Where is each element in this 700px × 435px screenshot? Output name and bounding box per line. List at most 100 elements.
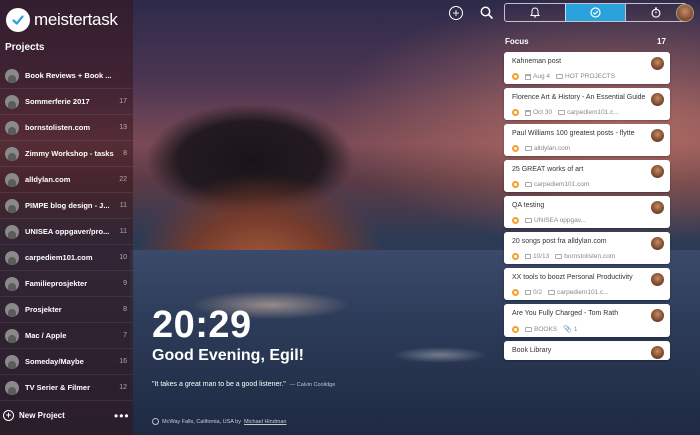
focus-title: Focus — [505, 37, 529, 46]
project-icon — [548, 290, 556, 295]
calendar-icon — [525, 109, 531, 116]
project-icon — [525, 146, 532, 151]
task-meta-text: bornstolisten.com — [564, 253, 616, 260]
project-name: Familieprosjekter — [25, 279, 88, 288]
project-item[interactable]: Familieprosjekter 9 — [0, 271, 133, 297]
photo-location: McWay Falls, California, USA by — [162, 418, 241, 425]
task-card[interactable]: Book Library — [504, 341, 670, 360]
stopwatch-icon — [651, 7, 661, 18]
task-card[interactable]: Paul Williams 100 greatest posts - flytt… — [504, 124, 670, 156]
project-item[interactable]: Prosjekter 8 — [0, 297, 133, 323]
project-item[interactable]: bornstolisten.com 13 — [0, 115, 133, 141]
task-project: bornstolisten.com — [555, 253, 615, 260]
task-title: 20 songs post fra alldylan.com — [512, 238, 607, 245]
status-icon — [512, 145, 519, 152]
app-logo[interactable]: meistertask — [6, 8, 118, 32]
focus-task-list: Kahneman post Aug 4 HOT PROJECTS Florence A… — [504, 52, 670, 364]
task-attachment: 📎 1 — [563, 325, 577, 334]
task-project: HOT PROJECTS — [556, 73, 615, 80]
task-title: Florence Art & History - An Essential Gu… — [512, 94, 646, 101]
add-task-button[interactable]: + — [449, 6, 463, 20]
photo-author-link[interactable]: Michael Hindman — [244, 419, 287, 425]
project-count: 10 — [119, 254, 127, 261]
status-icon — [512, 73, 519, 80]
project-count: 9 — [123, 280, 127, 287]
task-card[interactable]: Florence Art & History - An Essential Gu… — [504, 88, 670, 120]
quote-text: "It takes a great man to be a good liste… — [152, 381, 286, 388]
project-count: 8 — [123, 150, 127, 157]
task-meta: alldylan.com — [512, 145, 664, 152]
project-item[interactable]: alldylan.com 22 — [0, 167, 133, 193]
task-meta-text: 0/2 — [533, 289, 543, 296]
status-icon — [512, 325, 519, 333]
project-icon — [558, 110, 566, 115]
assignee-avatar — [651, 93, 664, 106]
task-meta: BOOKS 📎 1 — [512, 325, 664, 333]
project-count: 13 — [119, 124, 127, 131]
tab-focus[interactable] — [564, 4, 626, 21]
task-meta: 10/13 bornstolisten.com — [512, 253, 664, 260]
checklist-icon — [525, 290, 531, 295]
project-count: 11 — [119, 228, 127, 235]
assignee-avatar — [651, 57, 664, 70]
plus-icon: + — [3, 410, 14, 421]
task-title: XX tools to boozt Personal Productivity — [512, 274, 633, 281]
task-date: Aug 4 — [525, 73, 550, 80]
project-name: Book Reviews + Book ... — [25, 71, 112, 80]
project-item[interactable]: Zimmy Workshop - tasks 8 — [0, 141, 133, 167]
project-icon — [555, 254, 563, 259]
project-item[interactable]: UNISEA oppgaver/pro... 11 — [0, 219, 133, 245]
task-project: alldylan.com — [525, 145, 570, 152]
user-avatar[interactable] — [676, 4, 694, 22]
project-avatar-icon — [5, 276, 19, 291]
task-meta-text: Oct 30 — [533, 109, 553, 116]
logo-check-icon — [6, 8, 30, 32]
task-card[interactable]: QA testing UNISEA oppgav... — [504, 196, 670, 228]
project-name: Mac / Apple — [25, 331, 67, 340]
more-options-button[interactable]: ••• — [114, 410, 130, 422]
search-button[interactable] — [480, 6, 493, 24]
project-count: 12 — [119, 384, 127, 391]
task-card[interactable]: Are You Fully Charged - Tom Rath BOOKS 📎 1 — [504, 304, 670, 337]
project-icon — [525, 182, 532, 187]
project-item[interactable]: carpediem101.com 10 — [0, 245, 133, 271]
clock: 20:29 — [152, 304, 252, 346]
project-item[interactable]: Mac / Apple 7 — [0, 323, 133, 349]
quote: "It takes a great man to be a good liste… — [152, 381, 335, 388]
project-item[interactable]: Someday/Maybe 16 — [0, 349, 133, 375]
tab-notifications[interactable] — [505, 4, 565, 21]
project-avatar-icon — [5, 198, 19, 213]
project-icon — [525, 326, 532, 332]
project-avatar-icon — [5, 302, 19, 317]
task-card[interactable]: Kahneman post Aug 4 HOT PROJECTS — [504, 52, 670, 84]
project-name: Prosjekter — [25, 305, 62, 314]
new-project-button[interactable]: + New Project — [3, 410, 65, 421]
project-item[interactable]: PIMPE blog design - J... 11 — [0, 193, 133, 219]
project-count: 22 — [119, 176, 127, 183]
project-item[interactable]: Book Reviews + Book ... — [0, 63, 133, 89]
project-avatar-icon — [5, 120, 19, 135]
task-card[interactable]: 25 GREAT works of art carpediem101.com — [504, 160, 670, 192]
sidebar: meistertask Projects Book Reviews + Book… — [0, 0, 133, 435]
task-meta-text: BOOKS — [534, 325, 558, 333]
checklist-icon — [525, 254, 531, 259]
project-name: Someday/Maybe — [25, 357, 84, 366]
quote-author: — Calvin Coolidge — [289, 382, 336, 388]
task-meta: 0/2 carpediem101.c... — [512, 289, 664, 296]
status-icon — [512, 289, 519, 296]
calendar-icon — [525, 73, 531, 80]
project-count: 8 — [123, 306, 127, 313]
project-avatar-icon — [5, 224, 19, 239]
task-title: 25 GREAT works of art — [512, 166, 584, 173]
project-avatar-icon — [5, 250, 19, 265]
task-card[interactable]: XX tools to boozt Personal Productivity 0… — [504, 268, 670, 300]
task-date: Oct 30 — [525, 109, 552, 116]
check-circle-icon — [590, 7, 601, 18]
task-meta: UNISEA oppgav... — [512, 217, 664, 224]
status-icon — [512, 181, 519, 188]
project-item[interactable]: Sommerferie 2017 17 — [0, 89, 133, 115]
project-name: UNISEA oppgaver/pro... — [25, 227, 110, 236]
task-card[interactable]: 20 songs post fra alldylan.com 10/13 borns… — [504, 232, 670, 264]
project-item[interactable]: TV Serier & Filmer 12 — [0, 375, 133, 401]
info-icon[interactable] — [152, 418, 159, 425]
